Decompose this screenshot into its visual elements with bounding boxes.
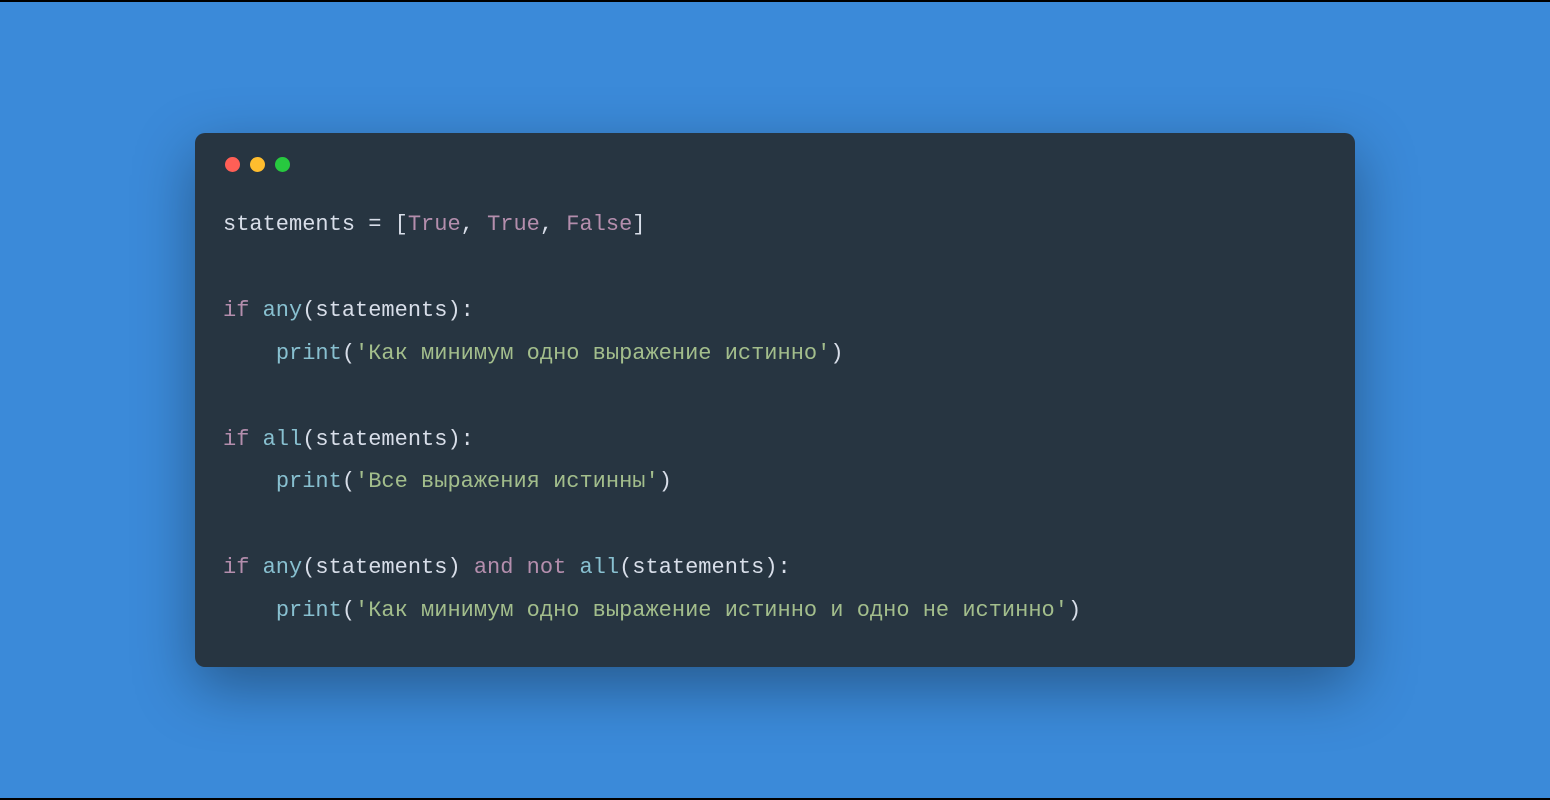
token-builtin: any xyxy=(263,555,303,580)
token-variable: statements xyxy=(315,555,447,580)
token-paren: ) xyxy=(447,555,460,580)
token-keyword: if xyxy=(223,555,249,580)
token-builtin: print xyxy=(276,469,342,494)
token-paren: ) xyxy=(447,427,460,452)
maximize-icon[interactable] xyxy=(275,157,290,172)
token-keyword: not xyxy=(527,555,567,580)
token-colon: : xyxy=(778,555,791,580)
token-comma: , xyxy=(461,212,487,237)
minimize-icon[interactable] xyxy=(250,157,265,172)
code-line: print('Как минимум одно выражение истинн… xyxy=(223,341,844,366)
code-line: statements = [True, True, False] xyxy=(223,212,646,237)
code-line: if any(statements) and not all(statement… xyxy=(223,555,791,580)
token-paren: ) xyxy=(764,555,777,580)
close-icon[interactable] xyxy=(225,157,240,172)
token-paren: ( xyxy=(342,598,355,623)
token-indent xyxy=(223,341,276,366)
token-space xyxy=(249,555,262,580)
token-space xyxy=(513,555,526,580)
terminal-window: statements = [True, True, False] if any(… xyxy=(195,133,1355,667)
token-colon: : xyxy=(461,427,474,452)
token-builtin: print xyxy=(276,598,342,623)
token-constant: True xyxy=(487,212,540,237)
token-operator: = xyxy=(355,212,395,237)
code-block: statements = [True, True, False] if any(… xyxy=(223,204,1327,633)
token-variable: statements xyxy=(632,555,764,580)
token-paren: ) xyxy=(1068,598,1081,623)
code-line: if any(statements): xyxy=(223,298,474,323)
token-constant: True xyxy=(408,212,461,237)
token-paren: ( xyxy=(619,555,632,580)
token-paren: ( xyxy=(302,427,315,452)
token-string: 'Как минимум одно выражение истинно' xyxy=(355,341,830,366)
token-indent xyxy=(223,598,276,623)
token-builtin: any xyxy=(263,298,303,323)
token-paren: ) xyxy=(447,298,460,323)
token-builtin: print xyxy=(276,341,342,366)
code-line: print('Все выражения истинны') xyxy=(223,469,672,494)
token-string: 'Все выражения истинны' xyxy=(355,469,659,494)
token-keyword: if xyxy=(223,298,249,323)
token-bracket: ] xyxy=(632,212,645,237)
code-line: if all(statements): xyxy=(223,427,474,452)
token-paren: ( xyxy=(342,469,355,494)
token-space xyxy=(566,555,579,580)
token-paren: ) xyxy=(659,469,672,494)
token-variable: statements xyxy=(315,298,447,323)
window-titlebar xyxy=(223,157,1327,172)
token-space xyxy=(249,298,262,323)
token-space xyxy=(249,427,262,452)
token-variable: statements xyxy=(315,427,447,452)
token-bracket: [ xyxy=(395,212,408,237)
token-paren: ( xyxy=(302,555,315,580)
token-paren: ) xyxy=(830,341,843,366)
token-builtin: all xyxy=(579,555,619,580)
token-keyword: and xyxy=(474,555,514,580)
token-builtin: all xyxy=(263,427,303,452)
token-comma: , xyxy=(540,212,566,237)
code-line: print('Как минимум одно выражение истинн… xyxy=(223,598,1081,623)
token-paren: ( xyxy=(342,341,355,366)
token-paren: ( xyxy=(302,298,315,323)
token-string: 'Как минимум одно выражение истинно и од… xyxy=(355,598,1068,623)
token-constant: False xyxy=(566,212,632,237)
token-space xyxy=(461,555,474,580)
token-colon: : xyxy=(461,298,474,323)
token-variable: statements xyxy=(223,212,355,237)
token-indent xyxy=(223,469,276,494)
token-keyword: if xyxy=(223,427,249,452)
